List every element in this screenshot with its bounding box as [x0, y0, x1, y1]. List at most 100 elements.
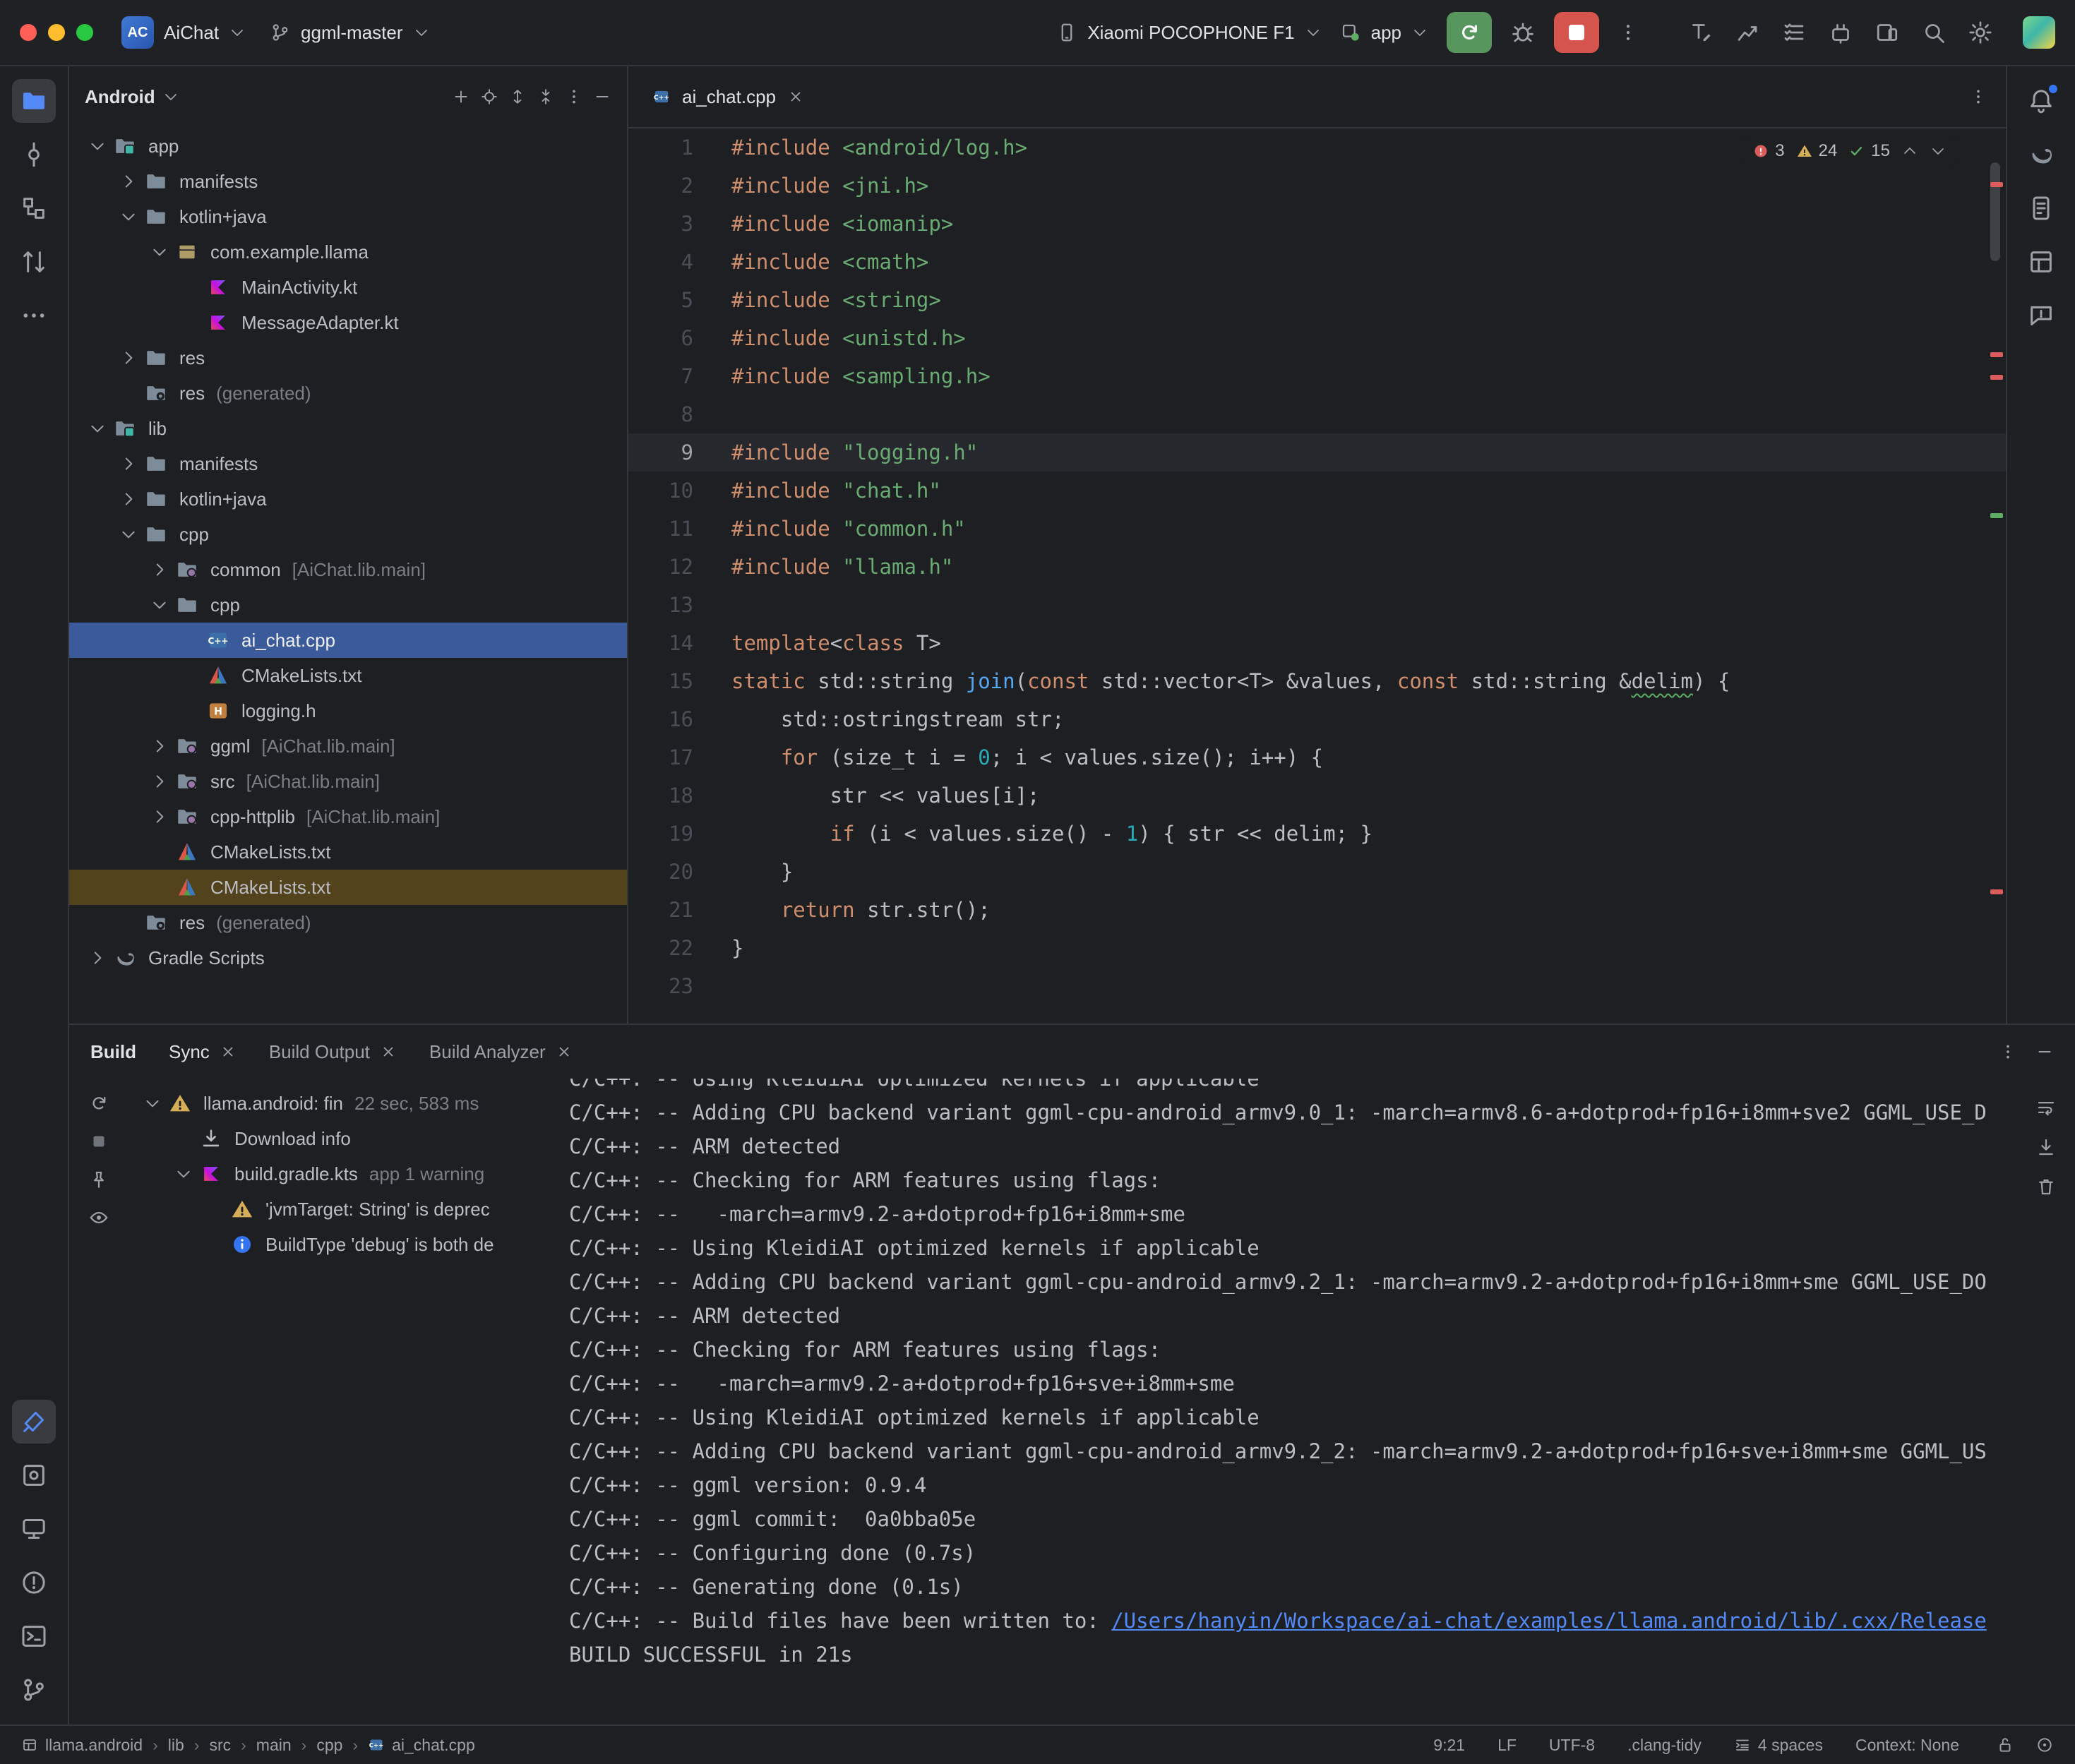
status-lf[interactable]: LF [1497, 1736, 1517, 1755]
tree-chevron[interactable] [144, 808, 175, 826]
code-line-5[interactable]: 5#include <string> [628, 281, 2006, 319]
tree-chevron[interactable] [113, 455, 144, 473]
breadcrumb-item[interactable]: main [256, 1736, 292, 1755]
code-line-2[interactable]: 2#include <jni.h> [628, 167, 2006, 205]
tree-item-manifests[interactable]: manifests [69, 164, 627, 199]
code-line-12[interactable]: 12#include "llama.h" [628, 548, 2006, 586]
breadcrumb-item[interactable]: cpp [316, 1736, 342, 1755]
tree-item-com-example-llama[interactable]: com.example.llama [69, 234, 627, 270]
breadcrumb-item[interactable]: lib [168, 1736, 184, 1755]
commit-tool-button[interactable] [12, 133, 56, 176]
gradle-tool-button[interactable] [2019, 133, 2063, 176]
stop-button[interactable] [1554, 12, 1599, 53]
user-avatar[interactable] [2023, 16, 2055, 49]
tree-chevron[interactable] [144, 772, 175, 791]
tree-chevron[interactable] [113, 172, 144, 191]
clear-button[interactable] [2035, 1176, 2057, 1197]
tree-chevron[interactable] [144, 560, 175, 579]
tree-item-app[interactable]: app [69, 128, 627, 164]
settings-button[interactable] [1968, 20, 1993, 45]
code-line-10[interactable]: 10#include "chat.h" [628, 472, 2006, 510]
error-count[interactable]: 3 [1752, 141, 1784, 161]
breadcrumb-item[interactable]: src [209, 1736, 231, 1755]
build-console[interactable]: C/C++: -- Using KleidiAI optimized kerne… [552, 1079, 2075, 1724]
code-line-13[interactable]: 13 [628, 586, 2006, 624]
editor-scrollbar[interactable] [1990, 162, 2000, 261]
build-panel-title[interactable]: Build [90, 1041, 136, 1063]
tree-item-res[interactable]: res(generated) [69, 905, 627, 940]
status-context-none[interactable]: Context: None [1855, 1736, 1959, 1755]
project-selector[interactable]: AC AiChat [121, 16, 246, 49]
status-notifications-icon[interactable] [2035, 1736, 2054, 1754]
editor-options-button[interactable] [1969, 88, 1987, 106]
minus-button[interactable] [593, 88, 611, 106]
tree-item-mainactivity-kt[interactable]: MainActivity.kt [69, 270, 627, 305]
code-line-3[interactable]: 3#include <iomanip> [628, 205, 2006, 243]
code-line-16[interactable]: 16 std::ostringstream str; [628, 700, 2006, 738]
build-tab-sync[interactable]: Sync [169, 1041, 237, 1063]
close-tab-icon[interactable] [787, 88, 804, 105]
minimize-window-button[interactable] [48, 24, 65, 41]
build-tree-item[interactable]: Download info [128, 1121, 552, 1156]
tree-chevron[interactable] [144, 737, 175, 755]
warning-count[interactable]: 24 [1796, 141, 1838, 161]
tree-item-cmakelists-txt[interactable]: CMakeLists.txt [69, 834, 627, 870]
code-line-17[interactable]: 17 for (size_t i = 0; i < values.size();… [628, 738, 2006, 776]
tree-item-ggml[interactable]: ggml[AiChat.lib.main] [69, 728, 627, 764]
pin-button[interactable] [88, 1169, 109, 1190]
vcs-branch-selector[interactable]: ggml-master [270, 22, 429, 44]
code-line-15[interactable]: 15static std::string join(const std::vec… [628, 662, 2006, 700]
tree-chevron[interactable] [168, 1165, 199, 1183]
close-tab-icon[interactable] [556, 1043, 573, 1060]
layout-inspector-tool-button[interactable] [2019, 240, 2063, 284]
live-edit-button[interactable] [1688, 20, 1714, 45]
status-utf-8[interactable]: UTF-8 [1549, 1736, 1595, 1755]
tree-item-common[interactable]: common[AiChat.lib.main] [69, 552, 627, 587]
device-mirroring-button[interactable] [1874, 20, 1900, 45]
build-options-button[interactable] [1999, 1043, 2017, 1061]
build-tree-item[interactable]: 'jvmTarget: String' is deprec [128, 1192, 552, 1227]
passed-count[interactable]: 15 [1848, 141, 1890, 161]
tree-item-cpp-httplib[interactable]: cpp-httplib[AiChat.lib.main] [69, 799, 627, 834]
build-tree-item[interactable]: build.gradle.ktsapp 1 warning [128, 1156, 552, 1192]
change-stripe-mark[interactable] [1990, 513, 2003, 518]
tree-item-cpp[interactable]: cpp [69, 587, 627, 623]
tree-item-kotlin-java[interactable]: kotlin+java [69, 199, 627, 234]
more-run-options-button[interactable] [1617, 22, 1639, 43]
close-tab-icon[interactable] [380, 1043, 397, 1060]
inspections-widget[interactable]: 3 24 15 [1742, 137, 1956, 165]
tree-item-kotlin-java[interactable]: kotlin+java [69, 481, 627, 517]
run-configuration-selector[interactable]: app [1340, 22, 1428, 44]
device-selector[interactable]: Xiaomi POCOPHONE F1 [1056, 22, 1321, 44]
version-control-tool-button[interactable] [12, 1668, 56, 1712]
code-line-22[interactable]: 22} [628, 929, 2006, 967]
expand-all-button[interactable] [508, 88, 527, 106]
tree-chevron[interactable] [113, 525, 144, 544]
status-9-21[interactable]: 9:21 [1433, 1736, 1465, 1755]
tree-item-manifests[interactable]: manifests [69, 446, 627, 481]
next-problem-button[interactable] [1930, 143, 1947, 160]
tree-item-cpp[interactable]: cpp [69, 517, 627, 552]
scroll-end-button[interactable] [2035, 1136, 2057, 1158]
tree-chevron[interactable] [113, 349, 144, 367]
build-tab-build-analyzer[interactable]: Build Analyzer [429, 1041, 573, 1063]
build-tool-button[interactable] [12, 1400, 56, 1444]
code-line-21[interactable]: 21 return str.str(); [628, 891, 2006, 929]
notifications-tool-button[interactable] [2019, 79, 2063, 123]
breadcrumb-item[interactable]: llama.android [21, 1736, 143, 1755]
lock-open-icon[interactable] [1996, 1736, 2014, 1754]
tree-chevron[interactable] [113, 208, 144, 226]
build-tab-build-output[interactable]: Build Output [269, 1041, 397, 1063]
code-line-19[interactable]: 19 if (i < values.size() - 1) { str << d… [628, 815, 2006, 853]
previous-problem-button[interactable] [1901, 143, 1918, 160]
collapse-all-button[interactable] [537, 88, 555, 106]
kebab-button[interactable] [565, 88, 583, 106]
eye-button[interactable] [88, 1207, 109, 1228]
code-line-20[interactable]: 20 } [628, 853, 2006, 891]
tree-item-src[interactable]: src[AiChat.lib.main] [69, 764, 627, 799]
code-line-11[interactable]: 11#include "common.h" [628, 510, 2006, 548]
tree-item-res[interactable]: res(generated) [69, 376, 627, 411]
tree-chevron[interactable] [82, 949, 113, 967]
tree-item-logging-h[interactable]: Hlogging.h [69, 693, 627, 728]
plugins-button[interactable] [1828, 20, 1853, 45]
